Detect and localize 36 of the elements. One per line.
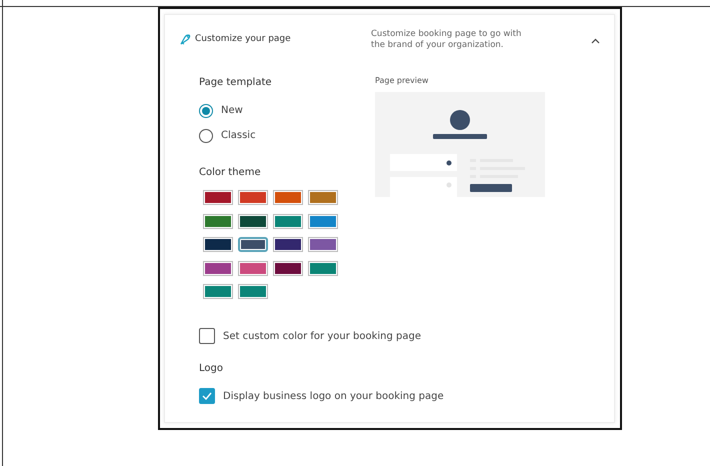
radio-label: New <box>221 104 243 118</box>
section-title: Customize your page <box>195 33 292 46</box>
checkbox[interactable] <box>199 328 215 344</box>
color-swatch[interactable] <box>273 237 303 252</box>
color-swatch[interactable] <box>238 284 268 299</box>
color-swatch[interactable] <box>273 260 303 276</box>
radio-label: Classic <box>221 129 256 143</box>
checkbox-label: Set custom color for your booking page <box>223 330 421 344</box>
section-label: Color theme <box>199 166 262 180</box>
color-swatch[interactable] <box>238 260 268 276</box>
color-swatch[interactable] <box>308 237 338 252</box>
preview-label: Page preview <box>375 75 430 87</box>
color-swatch[interactable] <box>238 190 268 205</box>
checkmark-icon <box>202 392 212 400</box>
color-swatch[interactable] <box>308 214 338 228</box>
section-description: Customize booking page to go with the brand of your organization. <box>371 29 522 51</box>
color-swatch[interactable] <box>203 237 233 252</box>
color-swatch[interactable] <box>238 237 268 252</box>
paintbrush-icon <box>179 34 191 46</box>
section-label: Logo <box>199 362 224 376</box>
color-swatch[interactable] <box>203 214 233 228</box>
chevron-icon[interactable] <box>591 38 600 44</box>
color-swatch[interactable] <box>273 214 303 228</box>
color-swatch[interactable] <box>308 260 338 276</box>
radio-button[interactable] <box>199 128 213 142</box>
checkbox[interactable] <box>199 388 215 404</box>
color-swatch[interactable] <box>203 190 233 205</box>
color-swatch[interactable] <box>273 190 303 205</box>
color-swatch[interactable] <box>203 284 233 299</box>
color-swatch[interactable] <box>203 260 233 276</box>
color-swatch[interactable] <box>238 214 268 228</box>
checkbox-label: Display business logo on your booking page <box>223 390 444 404</box>
radio-button[interactable] <box>199 104 213 118</box>
color-swatch[interactable] <box>308 190 338 205</box>
section-label: Page template <box>199 76 273 90</box>
section-header[interactable]: Customize your page Customize booking page to go with the brand of your organization. <box>165 15 614 65</box>
